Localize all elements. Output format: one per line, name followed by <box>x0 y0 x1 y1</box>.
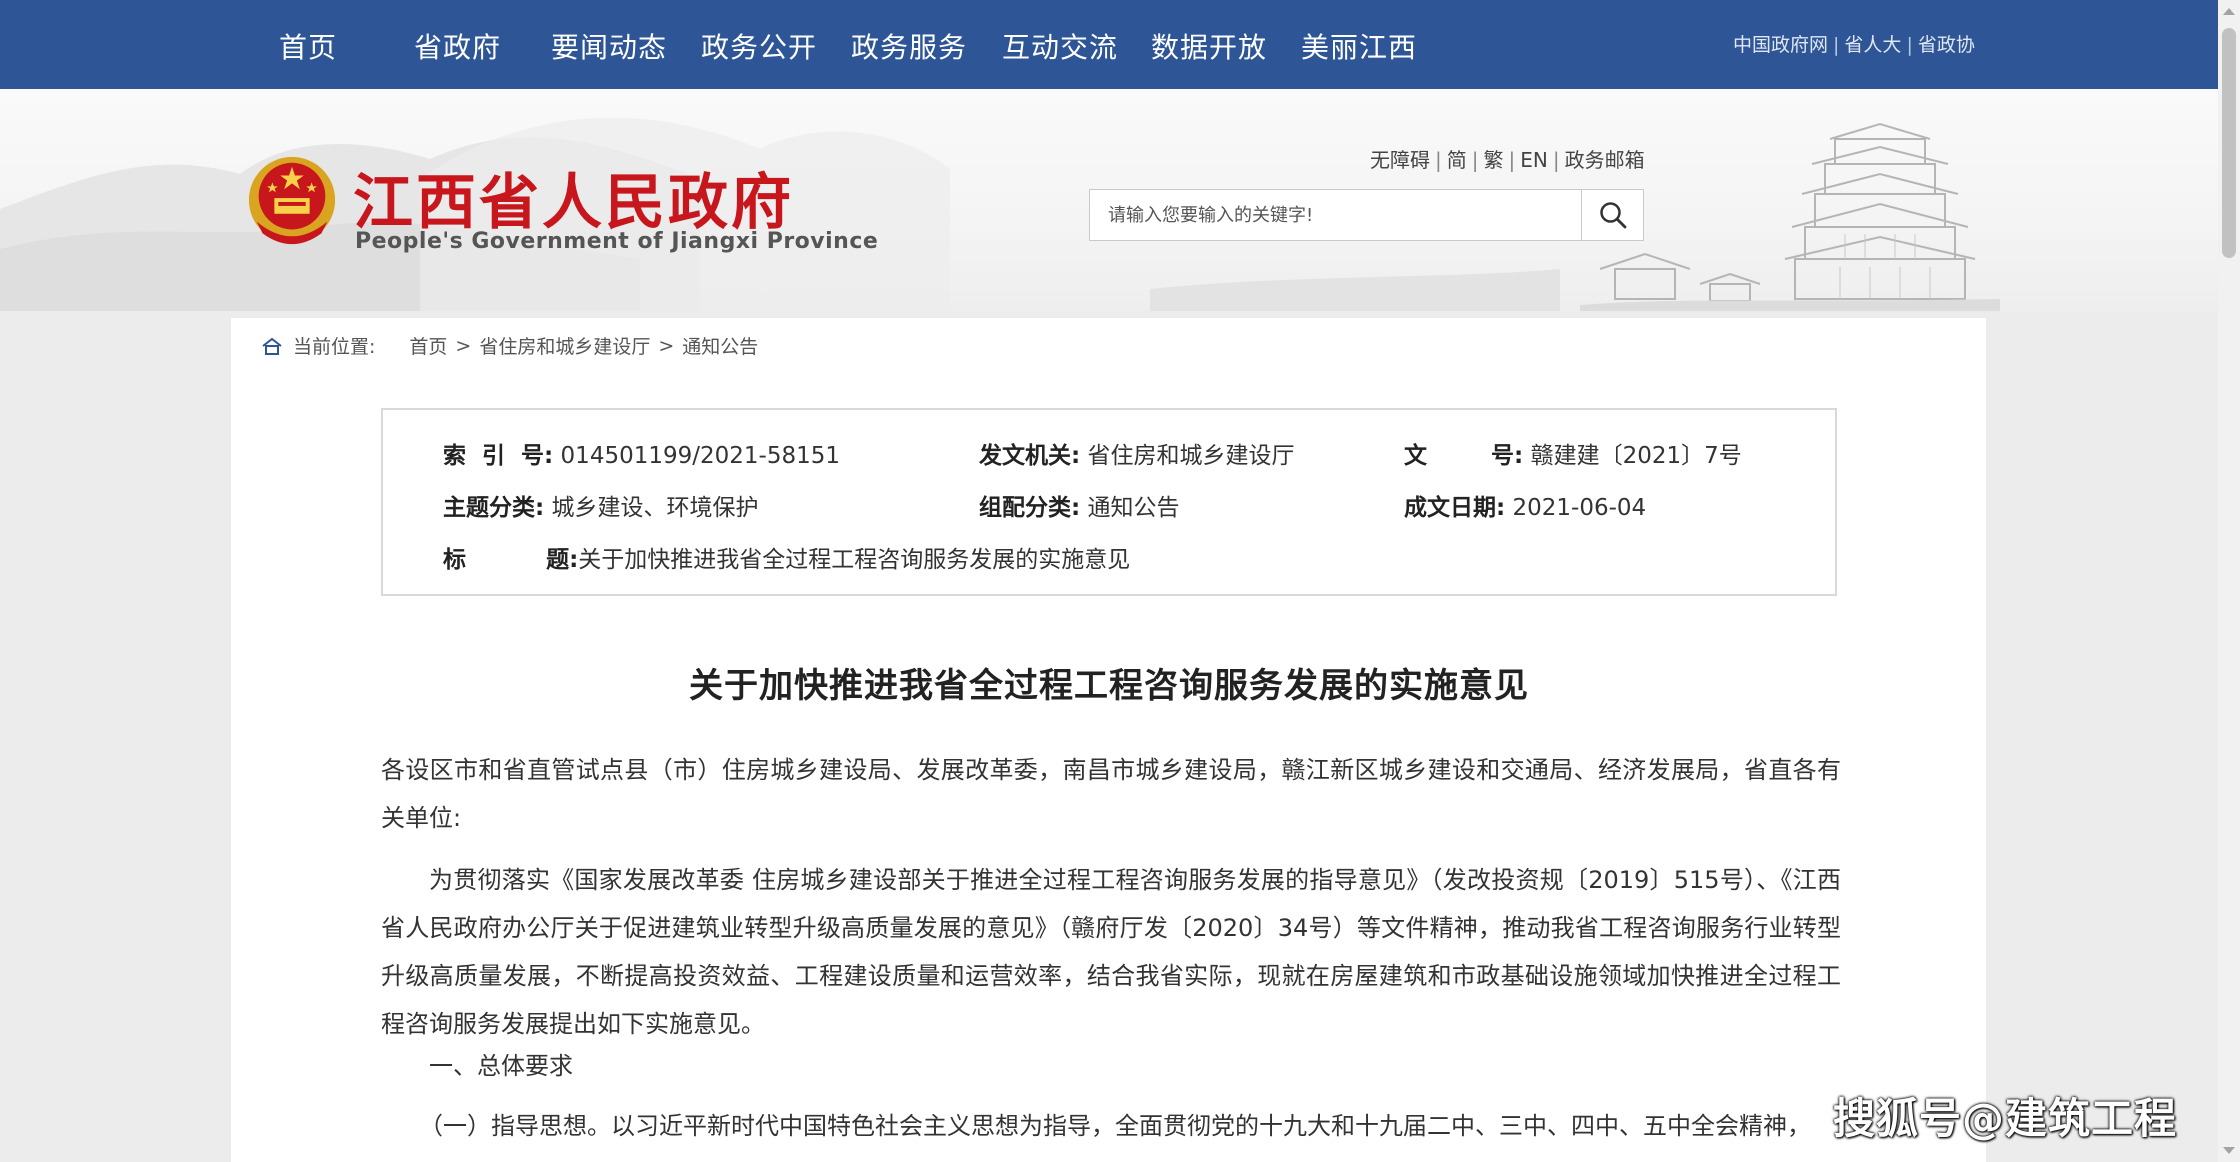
breadcrumb-label: 当前位置: <box>293 336 376 358</box>
info-index-value: 014501199/2021-58151 <box>560 443 840 469</box>
info-date-value: 2021-06-04 <box>1512 495 1647 521</box>
home-icon <box>262 337 282 355</box>
info-assembly-category: 组配分类: 通知公告 <box>979 488 1180 522</box>
link-accessibility[interactable]: 无障碍 <box>1370 148 1430 172</box>
separator: | <box>1471 148 1479 172</box>
link-china-gov[interactable]: 中国政府网 <box>1733 34 1828 56</box>
breadcrumb-department[interactable]: 省住房和城乡建设厅 <box>479 332 650 359</box>
info-category-value: 通知公告 <box>1087 495 1180 521</box>
tengwang-pavilion-illustration <box>1580 122 2000 311</box>
info-number-value: 赣建建〔2021〕7号 <box>1530 443 1742 469</box>
article-panel: 当前位置: 首页 > 省住房和城乡建设厅 > 通知公告 索 引 号: 01450… <box>231 318 1986 1162</box>
document-info-box: 索 引 号: 014501199/2021-58151 发文机关: 省住房和城乡… <box>381 408 1837 596</box>
article-title: 关于加快推进我省全过程工程咨询服务发展的实施意见 <box>689 666 1529 706</box>
nav-item-news[interactable]: 要闻动态 <box>551 26 667 66</box>
info-date-written: 成文日期: 2021-06-04 <box>1404 488 1646 522</box>
info-issuer-label: 发文机关: <box>979 443 1081 469</box>
top-external-links: 中国政府网 | 省人大 | 省政协 <box>1733 30 1975 57</box>
top-navigation-bar: 首页 省政府 要闻动态 政务公开 政务服务 互动交流 数据开放 美丽江西 中国政… <box>0 0 2218 89</box>
scroll-down-arrow-icon[interactable] <box>2223 1147 2235 1154</box>
nav-item-government-services[interactable]: 政务服务 <box>851 26 967 66</box>
separator: | <box>1552 148 1560 172</box>
info-subject-value: 城乡建设、环境保护 <box>551 495 759 521</box>
breadcrumb-separator: > <box>658 334 675 357</box>
link-provincial-congress[interactable]: 省人大 <box>1844 34 1901 56</box>
info-issuing-authority: 发文机关: 省住房和城乡建设厅 <box>979 436 1295 470</box>
separator: | <box>1833 34 1840 56</box>
watermark: 搜狐号@建筑工程 <box>1833 1094 2178 1143</box>
nav-item-provincial-government[interactable]: 省政府 <box>414 26 501 66</box>
separator: | <box>1435 148 1442 172</box>
article-paragraph: （一）指导思想。以习近平新时代中国特色社会主义思想为指导，全面贯彻党的十九大和十… <box>419 1112 1811 1140</box>
separator: | <box>1906 34 1913 56</box>
site-subtitle: People's Government of Jiangxi Province <box>355 229 879 254</box>
site-header: 江西省人民政府 People's Government of Jiangxi P… <box>0 89 2218 311</box>
section-heading: 一、总体要求 <box>429 1052 573 1080</box>
info-date-label: 成文日期: <box>1404 495 1506 521</box>
info-document-number: 文 号: 赣建建〔2021〕7号 <box>1404 436 1742 470</box>
nav-item-home[interactable]: 首页 <box>279 26 337 66</box>
info-subject-category: 主题分类: 城乡建设、环境保护 <box>443 488 759 522</box>
nav-item-interaction[interactable]: 互动交流 <box>1002 26 1118 66</box>
breadcrumb-notices[interactable]: 通知公告 <box>682 332 758 359</box>
nav-item-government-affairs-disclosure[interactable]: 政务公开 <box>701 26 817 66</box>
breadcrumb: 当前位置: 首页 > 省住房和城乡建设厅 > 通知公告 <box>261 332 758 359</box>
breadcrumb-home[interactable]: 首页 <box>409 332 447 359</box>
article-paragraph: 为贯彻落实《国家发展改革委 住房城乡建设部关于推进全过程工程咨询服务发展的指导意… <box>381 866 1841 1038</box>
scroll-up-arrow-icon[interactable] <box>2223 8 2235 15</box>
info-title-value: 关于加快推进我省全过程工程咨询服务发展的实施意见 <box>578 547 1131 573</box>
nav-item-open-data[interactable]: 数据开放 <box>1151 26 1267 66</box>
info-issuer-value: 省住房和城乡建设厅 <box>1087 443 1295 469</box>
info-title-label: 标 题: <box>443 547 579 573</box>
site-title: 江西省人民政府 <box>353 168 794 238</box>
info-index-number: 索 引 号: 014501199/2021-58151 <box>443 436 840 470</box>
link-simplified[interactable]: 简 <box>1447 148 1467 172</box>
link-traditional[interactable]: 繁 <box>1484 148 1504 172</box>
search-input[interactable] <box>1090 190 1582 240</box>
info-number-label: 文 号: <box>1404 443 1524 469</box>
info-index-label: 索 引 号: <box>443 443 554 469</box>
link-provincial-cppcc[interactable]: 省政协 <box>1918 34 1975 56</box>
info-title: 标 题:关于加快推进我省全过程工程咨询服务发展的实施意见 <box>443 540 1130 574</box>
nav-item-beautiful-jiangxi[interactable]: 美丽江西 <box>1301 26 1417 66</box>
national-emblem-logo <box>248 156 336 245</box>
article-addressee: 各设区市和省直管试点县（市）住房城乡建设局、发展改革委，南昌市城乡建设局，赣江新… <box>381 756 1841 832</box>
info-category-label: 组配分类: <box>979 495 1081 521</box>
search-box <box>1089 189 1644 241</box>
info-subject-label: 主题分类: <box>443 495 545 521</box>
link-english[interactable]: EN <box>1520 148 1548 172</box>
vertical-scrollbar[interactable] <box>2218 0 2240 1162</box>
breadcrumb-separator: > <box>455 334 472 357</box>
scrollbar-thumb[interactable] <box>2222 28 2236 258</box>
separator: | <box>1508 148 1516 172</box>
